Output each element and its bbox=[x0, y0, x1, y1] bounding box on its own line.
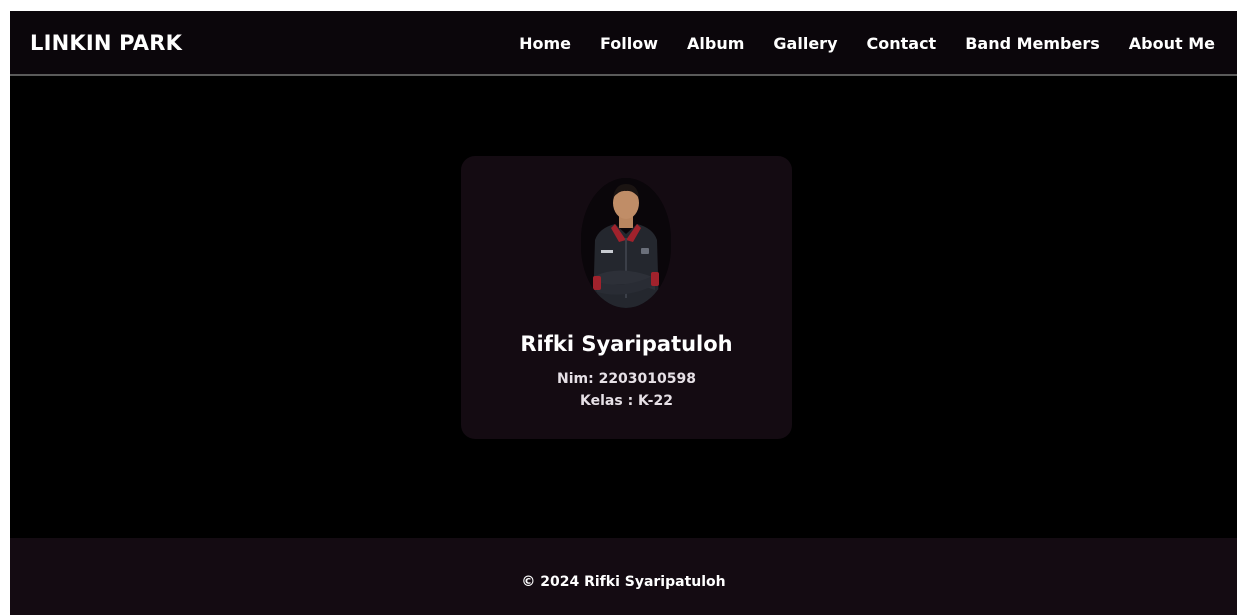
nav-link-home[interactable]: Home bbox=[519, 34, 571, 53]
nav-link-follow[interactable]: Follow bbox=[600, 34, 658, 53]
profile-photo bbox=[581, 178, 671, 308]
page-frame: LINKIN PARK Home Follow Album Gallery Co… bbox=[10, 11, 1237, 615]
nav-link-gallery[interactable]: Gallery bbox=[773, 34, 837, 53]
profile-name: Rifki Syaripatuloh bbox=[520, 332, 733, 356]
brand-logo[interactable]: LINKIN PARK bbox=[30, 11, 182, 76]
footer-copyright: © 2024 Rifki Syaripatuloh bbox=[521, 574, 726, 590]
nav-link-album[interactable]: Album bbox=[687, 34, 744, 53]
nav-link-about-me[interactable]: About Me bbox=[1129, 34, 1215, 53]
profile-nim: Nim: 2203010598 bbox=[557, 371, 696, 387]
footer: © 2024 Rifki Syaripatuloh bbox=[10, 538, 1237, 615]
main-content: Rifki Syaripatuloh Nim: 2203010598 Kelas… bbox=[10, 76, 1237, 538]
person-photo-icon bbox=[581, 178, 671, 308]
profile-kelas: Kelas : K-22 bbox=[580, 393, 673, 409]
nav-link-band-members[interactable]: Band Members bbox=[965, 34, 1100, 53]
nav-links: Home Follow Album Gallery Contact Band M… bbox=[519, 11, 1215, 76]
navbar: LINKIN PARK Home Follow Album Gallery Co… bbox=[10, 11, 1237, 76]
profile-card: Rifki Syaripatuloh Nim: 2203010598 Kelas… bbox=[461, 156, 792, 439]
nav-link-contact[interactable]: Contact bbox=[867, 34, 937, 53]
